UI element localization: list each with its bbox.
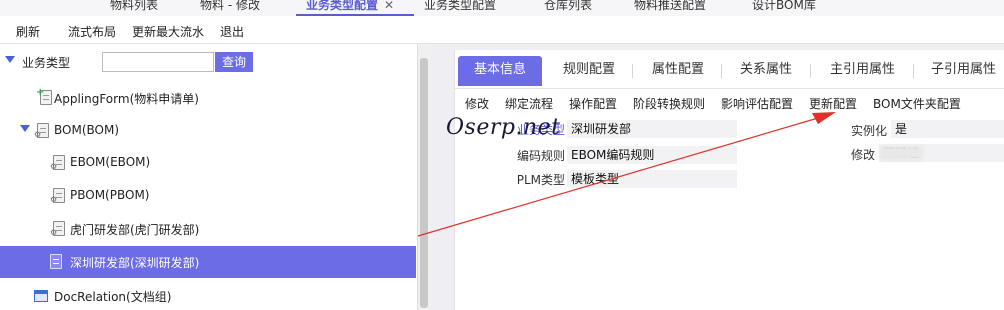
top-tab-strip: 物料列表 物料 - 修改 业务类型配置 ✕ 业务类型配置 仓库列表 物料推送配置 … <box>0 0 1004 16</box>
tree-item[interactable]: ⚙ PBOM(PBOM) <box>0 180 416 212</box>
instantiate-value: 是 <box>891 120 1004 138</box>
refresh-button[interactable]: 刷新 <box>16 23 40 40</box>
tree-item-label: 深圳研发部(深圳研发部) <box>70 256 200 270</box>
tree-item-label: BOM(BOM) <box>54 123 120 137</box>
scrollbar-thumb[interactable] <box>420 58 428 308</box>
tab-label: 业务类型配置 <box>306 0 379 12</box>
exit-button[interactable]: 退出 <box>220 23 244 40</box>
impact-assessment-config-button[interactable]: 影响评估配置 <box>721 95 793 112</box>
document-gear-icon: ⚙ <box>50 155 65 171</box>
bind-workflow-button[interactable]: 绑定流程 <box>505 95 553 112</box>
search-button[interactable]: 查询 <box>215 52 253 72</box>
action-bar: 修改 绑定流程 操作配置 阶段转换规则 影响评估配置 更新配置 BOM文件夹配置 <box>455 88 1004 114</box>
document-gear-icon: ⚙ <box>50 221 65 237</box>
detail-panel: 基本信息 规则配置 属性配置 关系属性 主引用属性 子引用属性 修改 绑定流程 … <box>430 44 1004 310</box>
tab-design-bom-library[interactable]: 设计BOM库 <box>752 0 816 16</box>
document-gear-icon: ⚙ <box>34 123 49 139</box>
tab-material-edit[interactable]: 物料 - 修改 <box>200 0 260 16</box>
tab-child-reference-attributes[interactable]: 子引用属性 <box>931 56 996 86</box>
tab-relation-attributes[interactable]: 关系属性 <box>740 56 792 86</box>
document-gear-icon: ⚙ <box>50 188 65 204</box>
modifier-label: 修改 <box>850 148 875 162</box>
detail-content: 基本信息 规则配置 属性配置 关系属性 主引用属性 子引用属性 修改 绑定流程 … <box>454 50 1004 310</box>
tab-separator <box>810 64 811 78</box>
tree-item[interactable]: + ApplingForm(物料申请单) <box>0 82 416 114</box>
tree-root[interactable]: 业务类型 查询 <box>0 46 416 78</box>
business-type-label: 业务类型 <box>516 123 565 137</box>
stage-transition-rules-button[interactable]: 阶段转换规则 <box>633 95 705 112</box>
tab-material-push-config[interactable]: 物料推送配置 <box>634 0 706 16</box>
instantiate-label: 实例化 <box>850 124 887 138</box>
tree-item-label: EBOM(EBOM) <box>70 155 151 169</box>
tab-basic-info[interactable]: 基本信息 <box>458 56 542 86</box>
update-config-button[interactable]: 更新配置 <box>809 95 857 112</box>
expand-arrow-icon[interactable] <box>20 125 30 132</box>
business-type-value: 深圳研发部 <box>567 120 737 138</box>
window-icon <box>34 290 48 302</box>
tab-attribute-config[interactable]: 属性配置 <box>652 56 704 86</box>
document-icon <box>50 254 62 269</box>
expand-arrow-icon[interactable] <box>5 56 15 63</box>
vertical-scrollbar[interactable] <box>418 44 430 310</box>
tab-separator <box>632 64 633 78</box>
business-type-tree: 业务类型 查询 + ApplingForm(物料申请单) ⚙ BOM(BOM) … <box>0 44 418 310</box>
tree-root-label: 业务类型 <box>22 56 71 70</box>
tab-material-list[interactable]: 物料列表 <box>110 0 158 16</box>
bom-folder-config-button[interactable]: BOM文件夹配置 <box>873 95 961 112</box>
encoding-rule-value: EBOM编码规则 <box>567 146 737 164</box>
tree-item-label: DocRelation(文档组) <box>54 290 172 304</box>
tree-item-selected[interactable]: 深圳研发部(深圳研发部) <box>0 246 416 278</box>
document-add-icon: + <box>36 88 52 105</box>
tree-item[interactable]: ⚙ BOM(BOM) <box>0 115 416 147</box>
tab-rule-config[interactable]: 规则配置 <box>563 56 615 86</box>
encoding-rule-label: 编码规则 <box>516 149 565 163</box>
tab-separator <box>913 64 914 78</box>
close-icon[interactable]: ✕ <box>384 0 394 12</box>
tab-business-type-config[interactable]: 业务类型配置 <box>424 0 496 16</box>
toolbar: 刷新 流式布局 更新最大流水 退出 <box>0 16 1004 44</box>
tree-item-label: 虎门研发部(虎门研发部) <box>70 223 200 237</box>
search-input[interactable] <box>102 52 214 72</box>
redaction-blur <box>879 146 923 160</box>
tab-main-reference-attributes[interactable]: 主引用属性 <box>830 56 895 86</box>
plm-type-label: PLM类型 <box>516 173 565 187</box>
update-max-serial-button[interactable]: 更新最大流水 <box>132 23 204 40</box>
tab-warehouse-list[interactable]: 仓库列表 <box>544 0 592 16</box>
tab-separator <box>721 64 722 78</box>
plm-type-value: 模板类型 <box>567 170 737 188</box>
tree-item-label: PBOM(PBOM) <box>70 188 150 202</box>
tree-item[interactable]: ⚙ 虎门研发部(虎门研发部) <box>0 213 416 245</box>
operation-config-button[interactable]: 操作配置 <box>569 95 617 112</box>
edit-button[interactable]: 修改 <box>465 95 489 112</box>
tree-item[interactable]: ⚙ EBOM(EBOM) <box>0 147 416 179</box>
tree-item[interactable]: DocRelation(文档组) <box>0 280 416 310</box>
flow-layout-button[interactable]: 流式布局 <box>68 23 116 40</box>
tree-item-label: ApplingForm(物料申请单) <box>54 92 199 106</box>
